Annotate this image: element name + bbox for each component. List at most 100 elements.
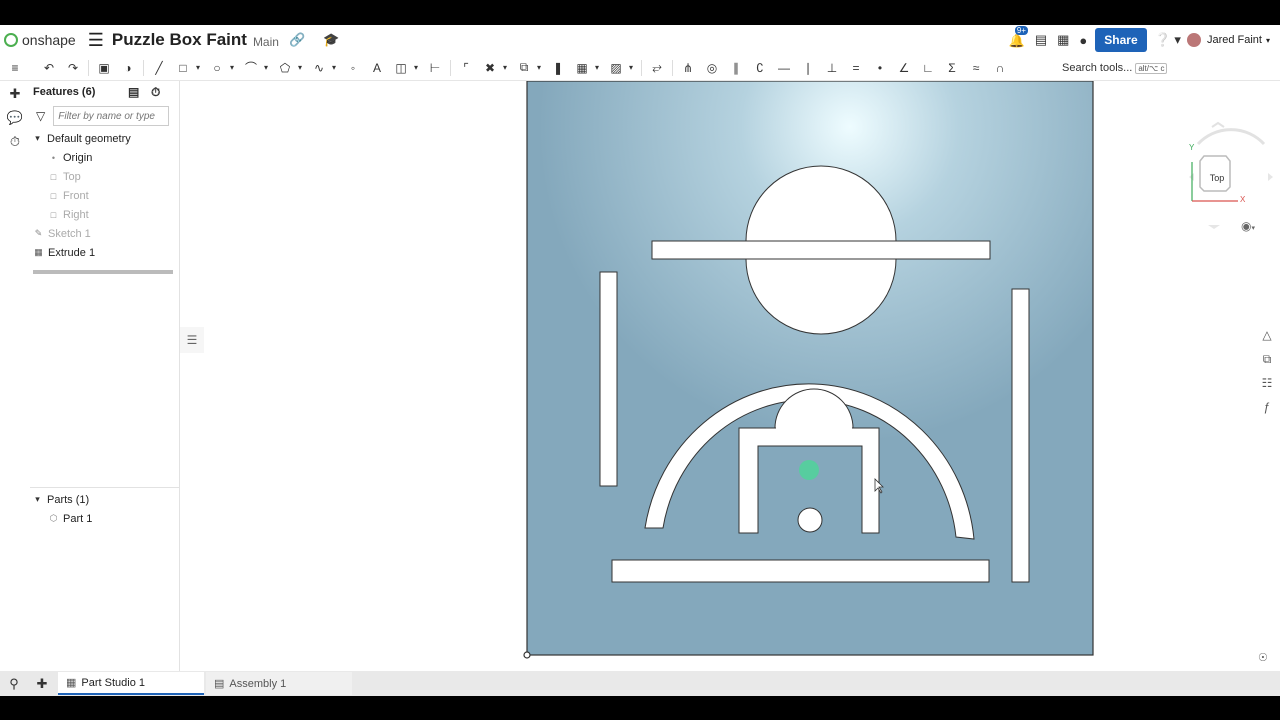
tree-item-sketch[interactable]: ✎ Sketch 1 [30,224,179,243]
notification-badge: 9+ [1014,26,1028,35]
fillet-icon[interactable]: ⌜ [457,59,475,77]
offset-icon[interactable]: ⧉ [515,59,533,77]
perpendicular-icon[interactable]: ⊥ [823,59,841,77]
parts-header[interactable]: ▾ Parts (1) [30,490,180,509]
comments-icon[interactable]: 💬 [0,106,30,130]
rollback-bar[interactable] [33,270,173,274]
onshape-logo[interactable]: onshape [4,32,76,48]
trim-icon[interactable]: ✖ [481,59,499,77]
chevron-down-icon[interactable]: ▾ [627,59,635,77]
chevron-down-icon[interactable]: ▾ [501,59,509,77]
use-icon[interactable]: ▨ [607,59,625,77]
graphics-viewport[interactable]: Top Y X ◉▾ △ ⧉ ☷ ƒ ☉ [181,81,1280,671]
symmetric-icon[interactable]: Σ [943,59,961,77]
branch-name[interactable]: Main [253,35,279,49]
rectangle-icon[interactable]: □ [174,59,192,77]
plane-icon: □ [50,190,57,201]
variables-icon[interactable]: ƒ [1254,395,1280,419]
normal-icon[interactable]: ∠ [895,59,913,77]
part-item[interactable]: ⬡ Part 1 [30,509,180,528]
point-icon[interactable]: ◦ [344,59,362,77]
pierce-icon[interactable]: ∟ [919,59,937,77]
search-tabs-icon[interactable]: ⚲ [0,671,28,696]
chevron-down-icon[interactable]: ▾ [535,59,543,77]
view-options-icon[interactable]: ◉▾ [1241,219,1255,233]
text-icon[interactable]: A [368,59,386,77]
fix-icon[interactable]: ≈ [967,59,985,77]
polygon-icon[interactable]: ⬠ [276,59,294,77]
tree-item-right[interactable]: □ Right [30,205,179,224]
chevron-down-icon[interactable]: ▾ [194,59,202,77]
chevron-down-icon[interactable]: ▾ [412,59,420,77]
default-geometry-group[interactable]: ▾ Default geometry [30,129,179,148]
document-title[interactable]: Puzzle Box Faint [112,30,247,50]
circle-icon[interactable]: ○ [208,59,226,77]
part-1-body[interactable] [523,81,1094,659]
tab-assembly-1[interactable]: ▤ Assembly 1 [206,672,352,695]
tab-bar: ⚲ ✚ ▦ Part Studio 1 ▤ Assembly 1 [0,671,1280,696]
extrude-icon[interactable]: ◑ [119,59,137,77]
header-right: 🔔 9+ ▤ ▦ ● Share ❔ ▾ Jared Faint ▾ [1009,25,1280,55]
tree-item-extrude[interactable]: ▦ Extrude 1 [30,243,179,262]
mass-properties-icon[interactable]: ☷ [1254,371,1280,395]
construction-icon[interactable]: ◫ [392,59,410,77]
appearance-icon[interactable]: △ [1254,323,1280,347]
horizontal-icon[interactable]: — [775,59,793,77]
hamburger-menu-icon[interactable]: ☰ [88,30,104,51]
add-tab-icon[interactable]: ✚ [28,671,56,696]
pattern-icon[interactable]: ▦ [573,59,591,77]
user-menu[interactable]: Jared Faint ▾ [1186,33,1270,47]
notifications-icon[interactable]: 🔔 9+ [1009,26,1028,48]
app-store-icon[interactable]: ▦ [1057,32,1069,48]
arc-icon[interactable]: ⌒ [242,59,260,77]
concentric-icon[interactable]: ◎ [703,59,721,77]
share-button[interactable]: Share [1095,28,1147,52]
curvature-icon[interactable]: ∩ [991,59,1009,77]
chevron-down-icon[interactable]: ▾ [296,59,304,77]
vertical-icon[interactable]: ❘ [799,59,817,77]
viewport-canvas[interactable] [181,81,1280,671]
chevron-down-icon[interactable]: ▾ [228,59,236,77]
parts-title: Parts (1) [47,493,90,506]
spline-icon[interactable]: ∿ [310,59,328,77]
midpoint-icon[interactable]: • [871,59,889,77]
feature-list-icon[interactable]: ≡ [6,59,24,77]
view-cube[interactable]: Top Y X ◉▾ [1186,121,1276,246]
help-icon[interactable]: ❔ ▾ [1155,32,1181,48]
tab-part-studio-1[interactable]: ▦ Part Studio 1 [58,672,204,695]
chevron-down-icon[interactable]: ▾ [262,59,270,77]
section-view-icon[interactable]: ☉ [1258,651,1268,664]
coincident-icon[interactable]: ⋔ [679,59,697,77]
parallel-icon[interactable]: ∥ [727,59,745,77]
history-icon[interactable]: ⏱ [0,130,30,154]
globe-icon[interactable]: ● [1079,33,1087,48]
sketch-icon[interactable]: ▣ [95,59,113,77]
equal-icon[interactable]: = [847,59,865,77]
configurations-icon[interactable]: ⧉ [1254,347,1280,371]
mirror-icon[interactable]: ❚ [549,59,567,77]
undo-icon[interactable]: ↶ [40,59,58,77]
filter-input[interactable] [53,106,170,126]
tree-item-origin[interactable]: • Origin [30,148,179,167]
tree-item-front[interactable]: □ Front [30,186,179,205]
rollback-icon[interactable]: ⏱ [151,85,160,100]
tangent-icon[interactable]: ∁ [751,59,769,77]
transform-icon[interactable]: ⥂ [648,59,666,77]
default-geometry-label: Default geometry [47,132,131,145]
add-folder-icon[interactable]: ▤ [128,85,139,99]
view-cube-graphic[interactable] [1186,121,1276,241]
left-rail: ✚ 💬 ⏱ [0,81,30,671]
link-icon[interactable]: 🔗 [289,32,305,48]
tree-item-top[interactable]: □ Top [30,167,179,186]
search-tools[interactable]: Search tools... alt/⌥ c [1058,58,1171,78]
chevron-down-icon[interactable]: ▾ [593,59,601,77]
dimension-icon[interactable]: ⊢ [426,59,444,77]
toolbar-divider [88,59,89,76]
line-icon[interactable]: ╱ [150,59,168,77]
learning-center-icon[interactable]: 🎓 [323,32,339,48]
document-info-icon[interactable]: ▤ [1035,32,1047,48]
funnel-icon: ▽ [36,109,46,123]
add-feature-icon[interactable]: ✚ [0,82,30,106]
redo-icon[interactable]: ↷ [64,59,82,77]
chevron-down-icon[interactable]: ▾ [330,59,338,77]
